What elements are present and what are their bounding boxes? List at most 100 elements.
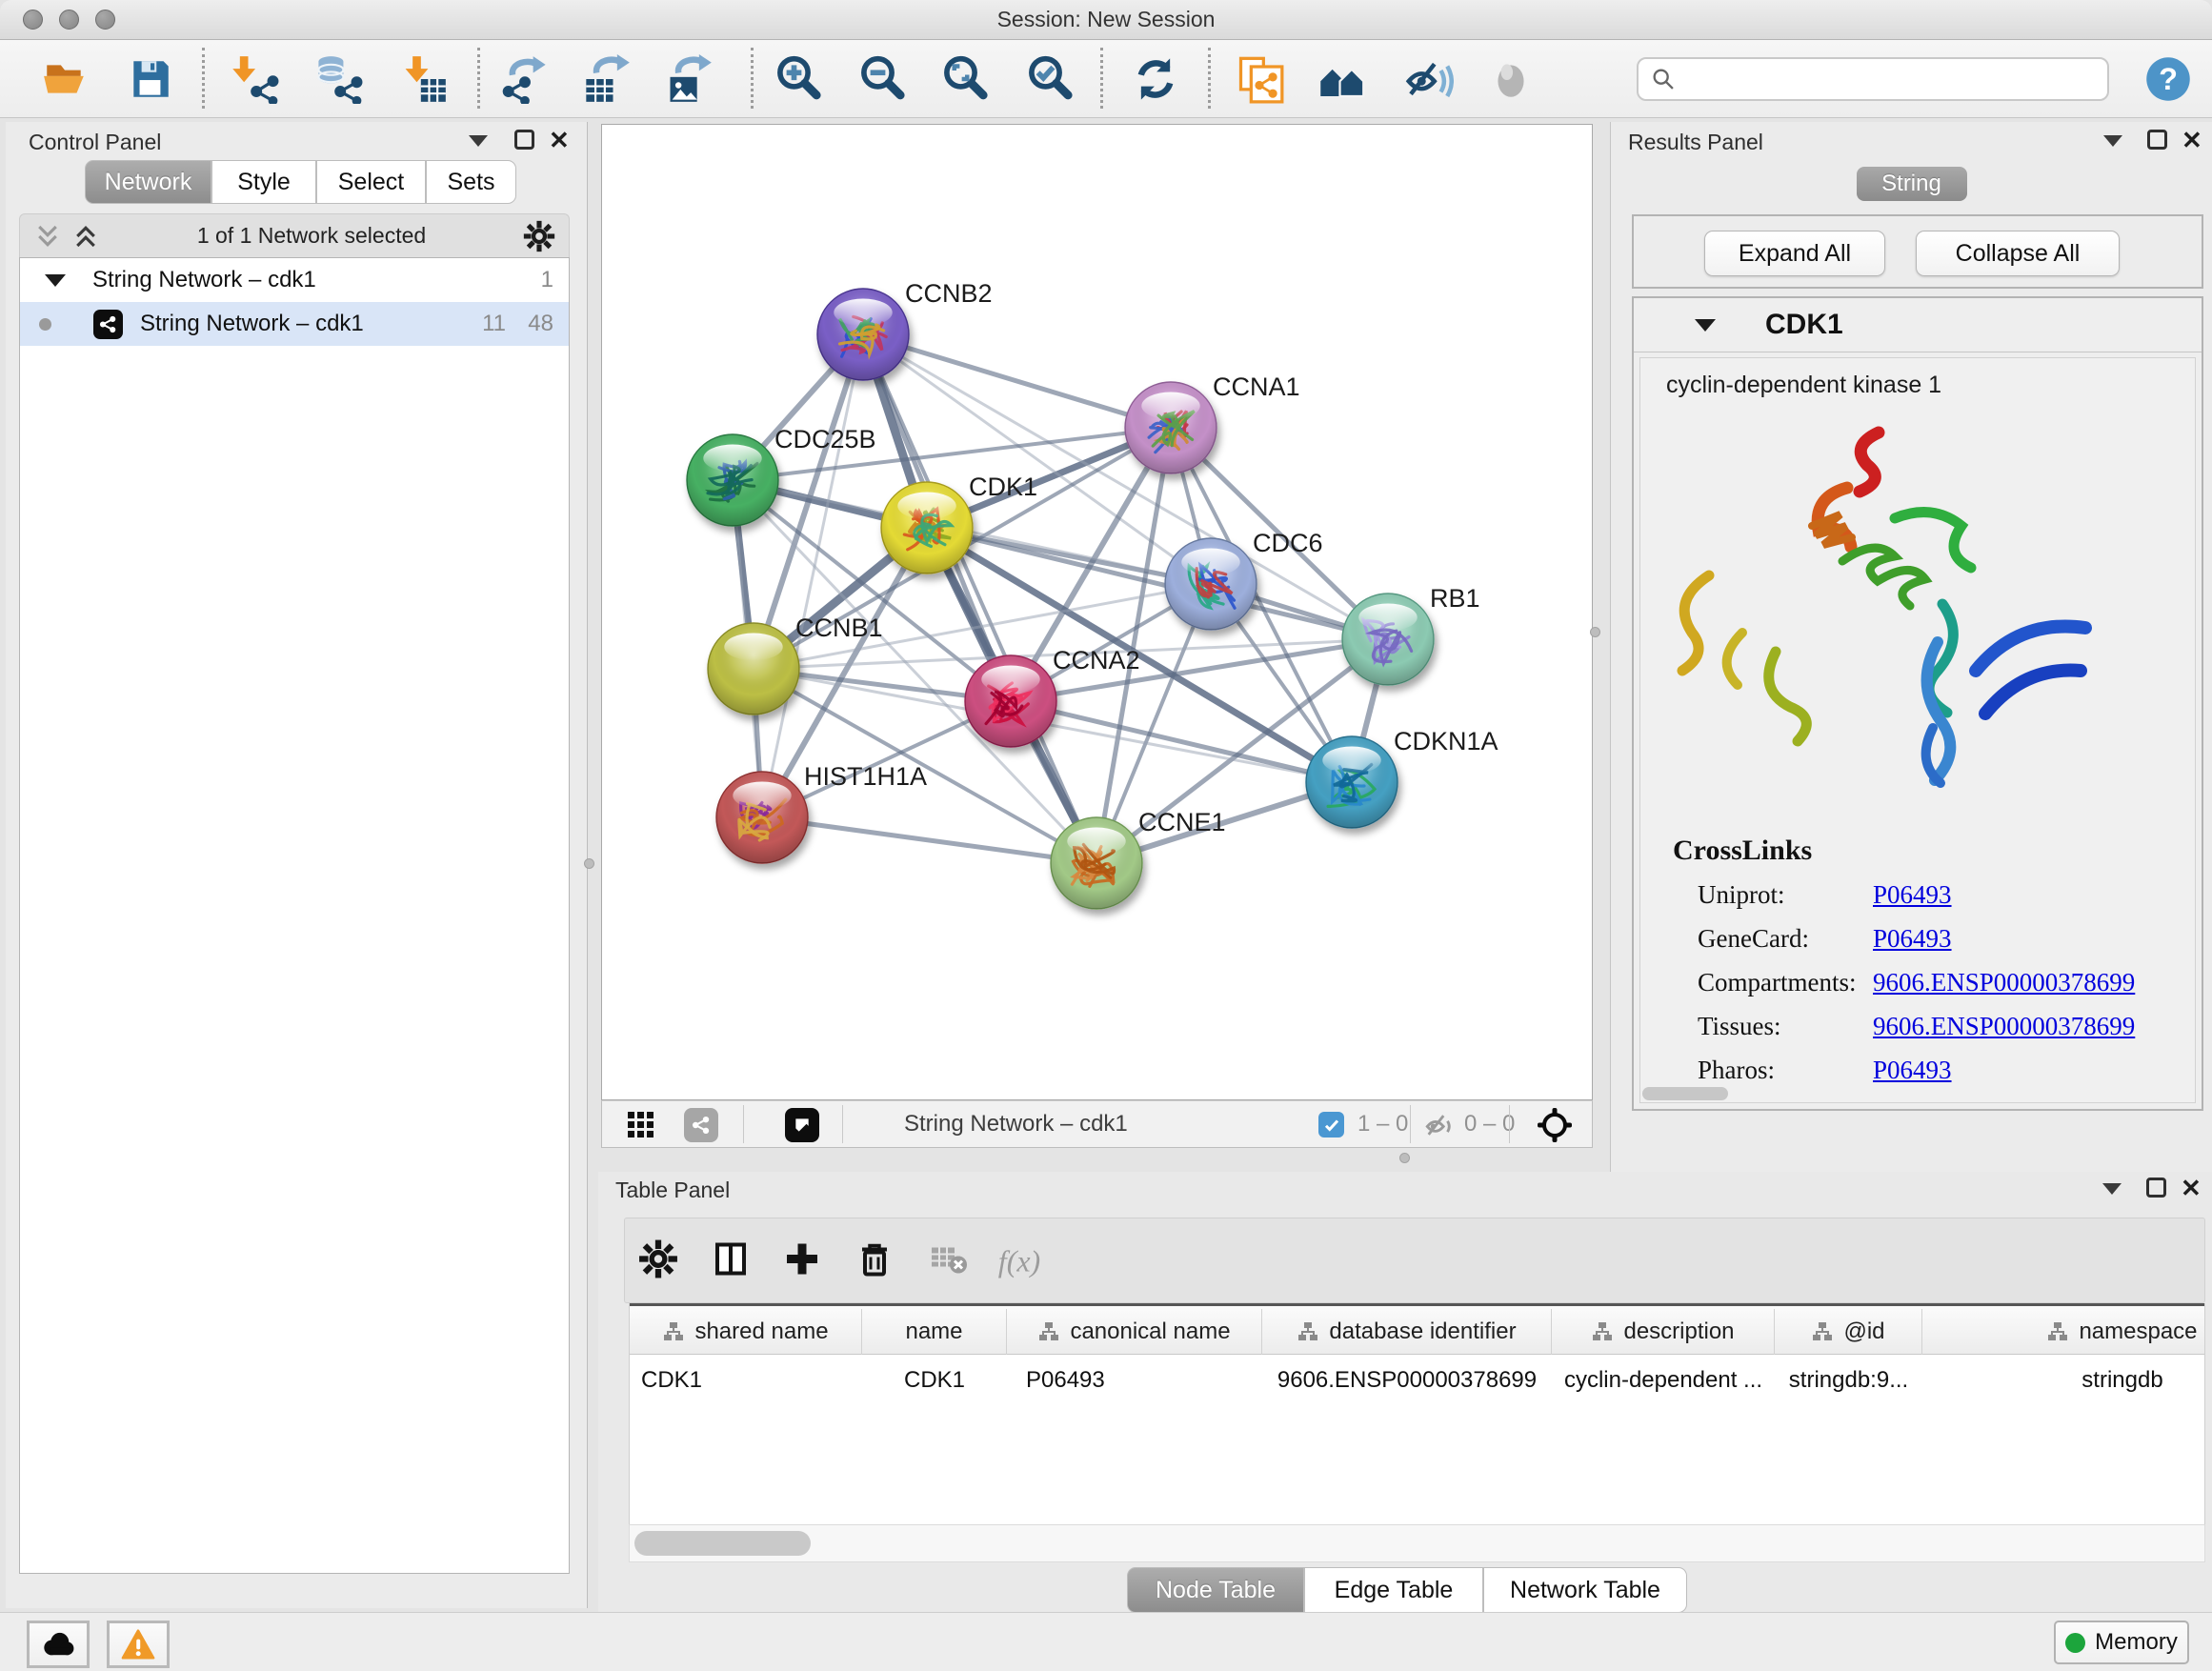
save-session-icon[interactable] xyxy=(121,50,180,109)
left-splitter-grip[interactable] xyxy=(584,858,594,869)
cell-description[interactable]: cyclin-dependent ... xyxy=(1552,1359,1775,1402)
edge-CCNB2-CCNA1[interactable] xyxy=(863,334,1171,428)
cloud-button[interactable] xyxy=(27,1621,90,1668)
table-panel-close-icon[interactable]: ✕ xyxy=(2181,1176,2202,1200)
export-image-icon[interactable] xyxy=(659,50,718,109)
add-column-icon[interactable] xyxy=(782,1239,822,1284)
node-CCNB1[interactable] xyxy=(708,623,799,715)
genecard-link[interactable]: P06493 xyxy=(1873,924,1952,953)
network-graph[interactable]: CCNB2CCNA1CDC25BCDK1CDC6RB1CCNB1CCNA2CDK… xyxy=(602,125,1592,1099)
node-CCNB2[interactable] xyxy=(817,289,909,380)
tab-node-table[interactable]: Node Table xyxy=(1127,1567,1304,1613)
zoom-fit-icon[interactable] xyxy=(935,50,995,109)
import-network-icon[interactable] xyxy=(225,50,284,109)
export-network-icon[interactable] xyxy=(495,50,554,109)
cell-shared-name[interactable]: CDK1 xyxy=(630,1359,862,1402)
control-panel-float-icon[interactable] xyxy=(469,135,488,147)
pharos-link[interactable]: P06493 xyxy=(1873,1056,1952,1084)
collapse-all-icon[interactable] xyxy=(33,222,62,251)
compartments-link[interactable]: 9606.ENSP00000378699 xyxy=(1873,968,2135,997)
edge-HIST1H1A-CCNE1[interactable] xyxy=(762,817,1096,863)
tab-sets[interactable]: Sets xyxy=(426,160,516,204)
node-CDC25B[interactable] xyxy=(687,434,778,526)
warning-button[interactable] xyxy=(107,1621,170,1668)
cdk1-section-header[interactable]: CDK1 xyxy=(1634,298,2202,352)
tab-select[interactable]: Select xyxy=(316,160,426,204)
table-panel-maximize-icon[interactable] xyxy=(2146,1178,2166,1198)
inactive-eye-icon[interactable] xyxy=(1481,50,1540,109)
cell-namespace[interactable]: stringdb xyxy=(1922,1359,2205,1402)
import-network-database-icon[interactable] xyxy=(309,50,368,109)
results-panel-float-icon[interactable] xyxy=(2103,135,2122,147)
column-header-name[interactable]: name xyxy=(862,1309,1007,1355)
birdseye-view-icon[interactable] xyxy=(785,1108,819,1142)
tissues-link[interactable]: 9606.ENSP00000378699 xyxy=(1873,1012,2135,1040)
tab-string[interactable]: String xyxy=(1857,167,1967,201)
collection-disclosure-icon[interactable] xyxy=(45,274,66,287)
column-header--id[interactable]: @id xyxy=(1775,1309,1922,1355)
memory-button[interactable]: Memory xyxy=(2054,1621,2189,1664)
node-CCNA1[interactable] xyxy=(1125,382,1217,473)
uniprot-link[interactable]: P06493 xyxy=(1873,880,1952,909)
expand-all-button[interactable]: Expand All xyxy=(1704,231,1885,276)
node-CDK1[interactable] xyxy=(881,482,973,574)
node-HIST1H1A[interactable] xyxy=(716,772,808,863)
network-share-view-icon[interactable] xyxy=(684,1108,718,1142)
column-header-database-identifier[interactable]: database identifier xyxy=(1262,1309,1552,1355)
selected-nodes-checkbox[interactable] xyxy=(1318,1112,1344,1137)
network-row[interactable]: String Network – cdk1 11 48 xyxy=(20,302,569,346)
edge-CCNB2-HIST1H1A[interactable] xyxy=(762,334,863,817)
cell-database-identifier[interactable]: 9606.ENSP00000378699 xyxy=(1262,1359,1552,1402)
horizontal-splitter-grip[interactable] xyxy=(1399,1153,1410,1163)
scrollbar-thumb[interactable] xyxy=(634,1531,811,1556)
results-horizontal-scrollbar[interactable] xyxy=(1642,1087,1728,1100)
crosshair-icon[interactable] xyxy=(1534,1104,1576,1151)
cell-name[interactable]: CDK1 xyxy=(862,1359,1007,1402)
delete-column-trash-icon[interactable] xyxy=(855,1239,895,1284)
grid-view-icon[interactable] xyxy=(627,1111,655,1144)
tab-edge-table[interactable]: Edge Table xyxy=(1304,1567,1483,1613)
zoom-in-icon[interactable] xyxy=(769,50,828,109)
import-table-icon[interactable] xyxy=(393,50,452,109)
network-canvas[interactable]: CCNB2CCNA1CDC25BCDK1CDC6RB1CCNB1CCNA2CDK… xyxy=(601,124,1593,1100)
hide-panel-eye-icon[interactable] xyxy=(1398,50,1458,109)
cdk1-disclosure-icon[interactable] xyxy=(1695,319,1716,332)
expand-all-icon[interactable] xyxy=(71,222,100,251)
results-panel-close-icon[interactable]: ✕ xyxy=(2182,128,2202,152)
cell-canonical-name[interactable]: P06493 xyxy=(1007,1359,1262,1402)
node-CDC6[interactable] xyxy=(1165,538,1257,630)
show-columns-icon[interactable] xyxy=(711,1239,751,1284)
gear-icon[interactable] xyxy=(523,220,555,252)
network-collection-row[interactable]: String Network – cdk1 1 xyxy=(20,258,569,302)
search-input[interactable] xyxy=(1677,67,2107,91)
cell--id[interactable]: stringdb:9... xyxy=(1775,1359,1922,1402)
open-session-icon[interactable] xyxy=(35,50,94,109)
share-document-icon[interactable] xyxy=(1230,50,1289,109)
zoom-out-icon[interactable] xyxy=(853,50,912,109)
tab-network-table[interactable]: Network Table xyxy=(1483,1567,1687,1613)
table-panel-float-icon[interactable] xyxy=(2102,1183,2122,1195)
node-RB1[interactable] xyxy=(1342,594,1434,685)
tab-network[interactable]: Network xyxy=(85,160,211,204)
export-table-icon[interactable] xyxy=(577,50,636,109)
node-CDKN1A[interactable] xyxy=(1306,736,1398,828)
column-header-description[interactable]: description xyxy=(1552,1309,1775,1355)
node-layer[interactable] xyxy=(687,289,1434,909)
table-horizontal-scrollbar[interactable] xyxy=(629,1524,2205,1562)
right-splitter-grip[interactable] xyxy=(1590,627,1600,637)
home-pages-icon[interactable] xyxy=(1315,50,1374,109)
tab-style[interactable]: Style xyxy=(211,160,316,204)
column-header-canonical-name[interactable]: canonical name xyxy=(1007,1309,1262,1355)
control-panel-maximize-icon[interactable] xyxy=(514,130,534,150)
node-CCNA2[interactable] xyxy=(965,655,1056,747)
zoom-selected-icon[interactable] xyxy=(1020,50,1079,109)
column-header-namespace[interactable]: namespace xyxy=(1922,1309,2205,1355)
refresh-icon[interactable] xyxy=(1126,50,1185,109)
node-CCNE1[interactable] xyxy=(1051,817,1142,909)
control-panel-close-icon[interactable]: ✕ xyxy=(549,128,570,152)
results-panel-maximize-icon[interactable] xyxy=(2147,130,2167,150)
help-icon[interactable]: ? xyxy=(2139,50,2198,109)
function-builder-icon[interactable]: f(x) xyxy=(998,1244,1040,1279)
collapse-all-button[interactable]: Collapse All xyxy=(1916,231,2120,276)
delete-table-icon[interactable] xyxy=(928,1238,970,1285)
